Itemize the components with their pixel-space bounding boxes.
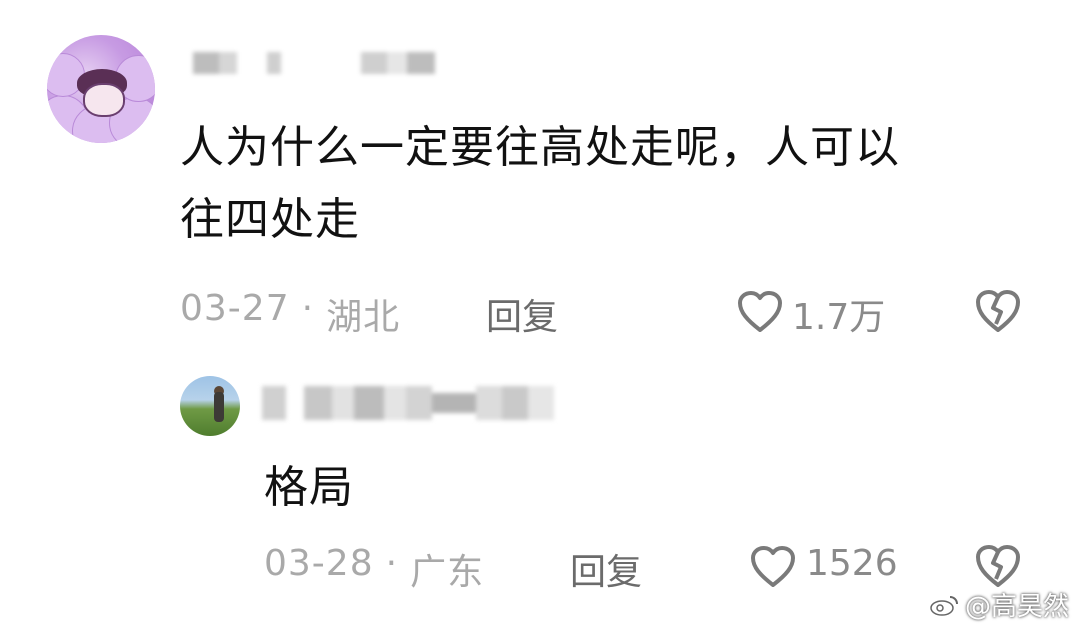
comment-text: 格局 [264, 452, 354, 524]
meta-separator: · [385, 543, 399, 584]
reply-button[interactable]: 回复 [570, 543, 642, 595]
comment-meta: 03-28 · 广东 [264, 543, 484, 595]
comment-text-line: 往四处走 [180, 194, 360, 245]
comment-meta: 03-27 · 湖北 [180, 288, 400, 340]
username-blurred[interactable] [193, 52, 435, 74]
username-blurred[interactable] [262, 386, 554, 420]
comment-text: 人为什么一定要往高处走呢，人可以 往四处走 [180, 112, 900, 256]
weibo-icon [929, 593, 959, 617]
like-count: 1.7万 [792, 297, 886, 338]
like-count: 1526 [806, 543, 898, 584]
comment-location: 广东 [410, 552, 485, 593]
reply-button[interactable]: 回复 [486, 288, 558, 340]
broken-heart-icon[interactable] [974, 543, 1022, 589]
comment-text-line: 人为什么一定要往高处走呢，人可以 [180, 122, 900, 173]
comment-text-line: 格局 [264, 462, 354, 513]
comment-location: 湖北 [326, 297, 401, 338]
watermark-handle: @高昊然 [964, 592, 1069, 622]
comment-date: 03-28 [264, 543, 374, 584]
broken-heart-icon[interactable] [974, 288, 1022, 334]
heart-icon[interactable] [737, 290, 783, 334]
avatar[interactable] [47, 35, 155, 143]
watermark: @高昊然 [929, 586, 1069, 623]
meta-separator: · [301, 288, 315, 329]
comment-date: 03-27 [180, 288, 290, 329]
heart-icon[interactable] [750, 545, 796, 589]
avatar[interactable] [180, 376, 240, 436]
